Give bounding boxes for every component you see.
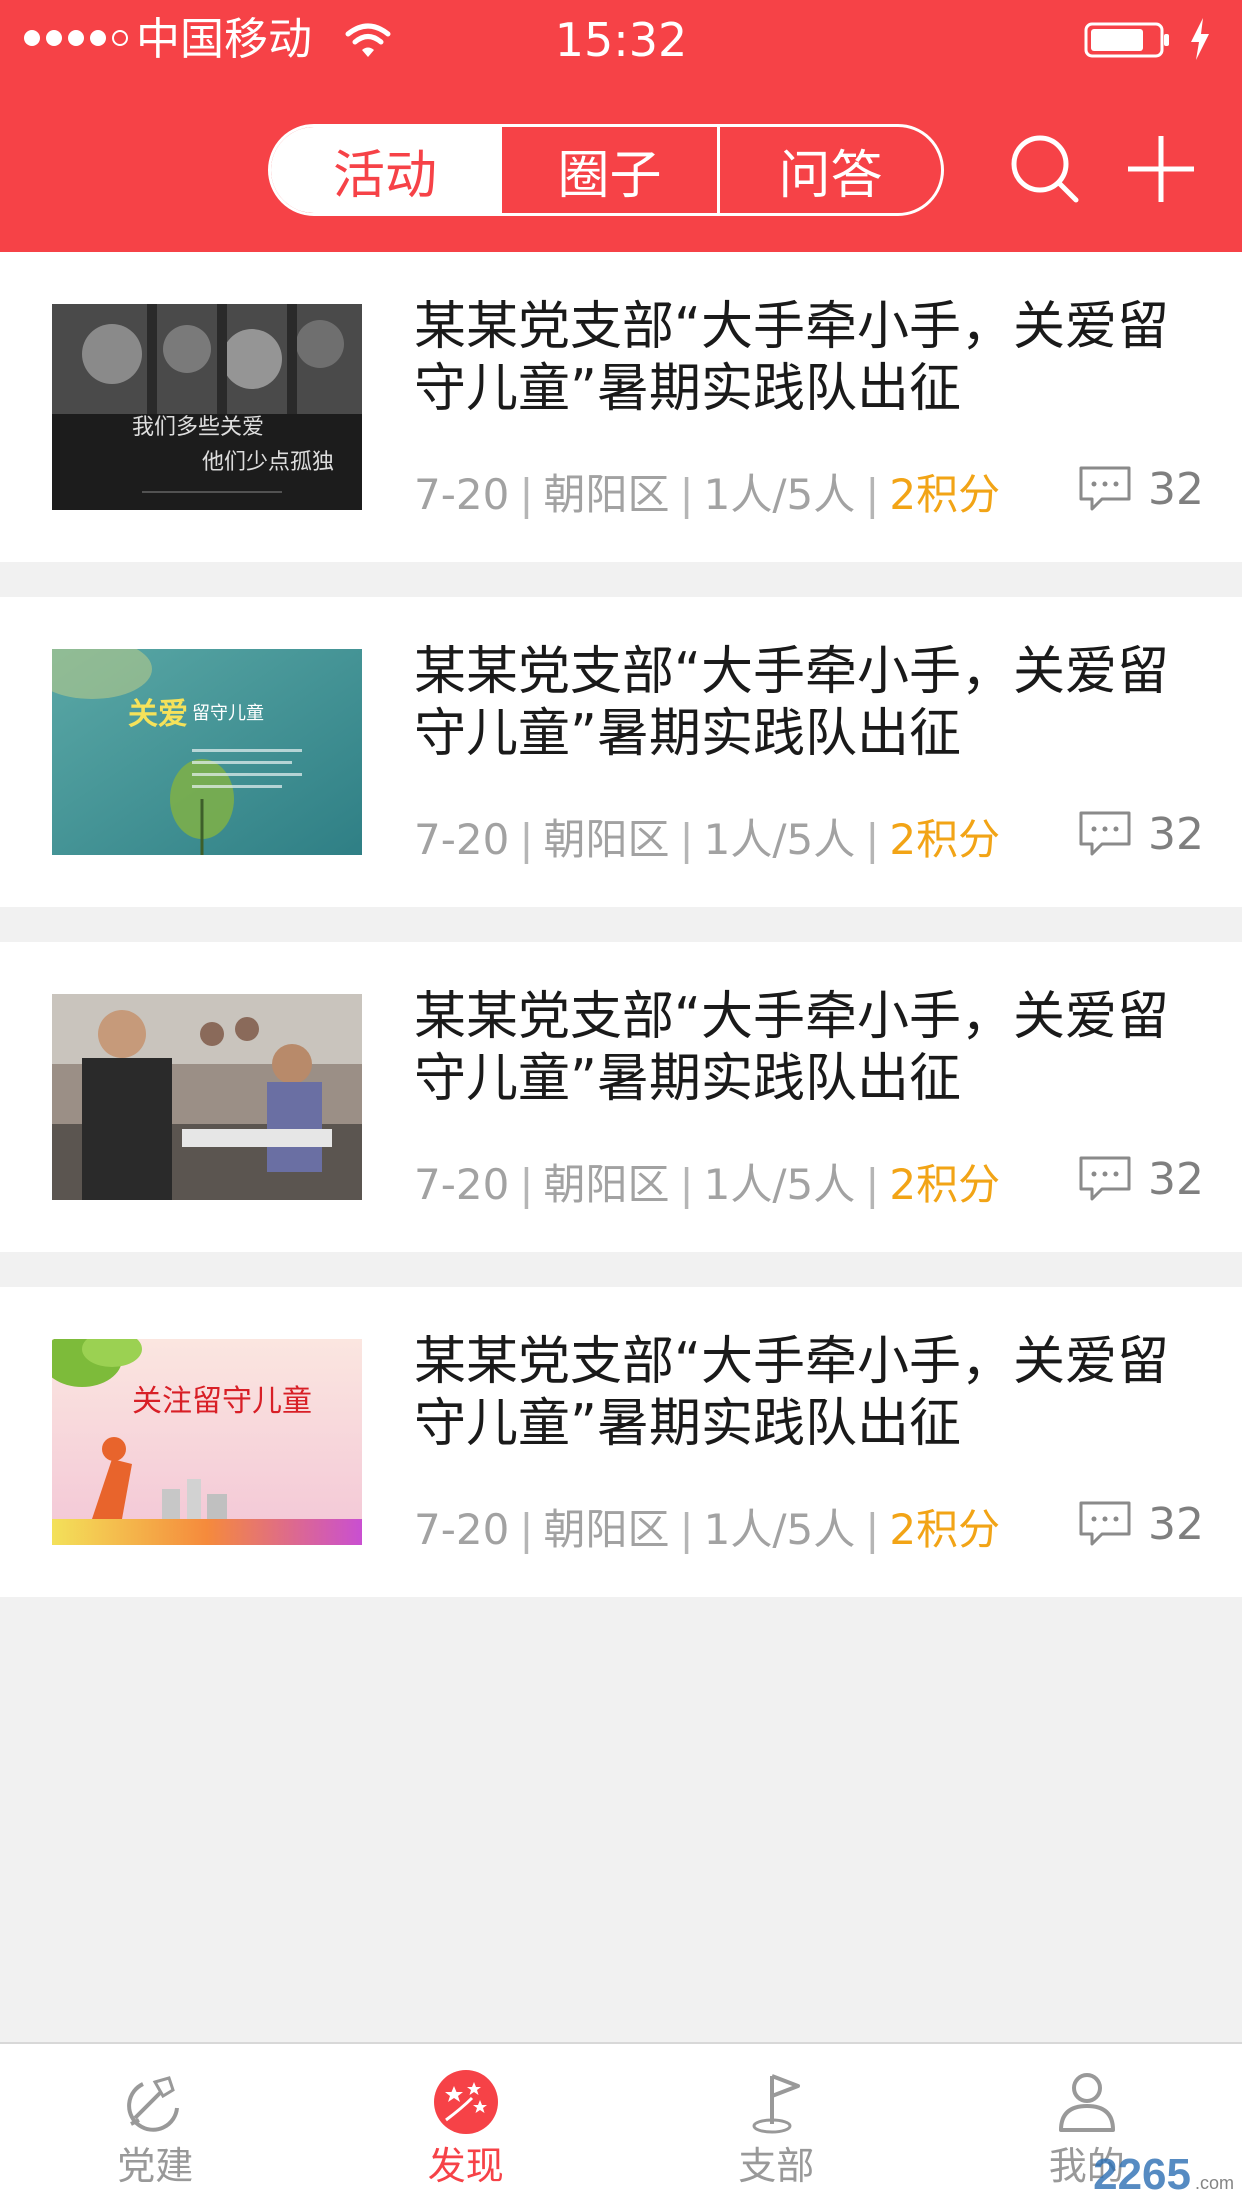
comment-count: 32 — [1148, 808, 1204, 860]
activity-thumbnail: 关注留守儿童 — [52, 1339, 362, 1545]
activity-participants: 1人/5人 — [703, 1505, 856, 1554]
activity-date: 7-20 — [414, 1505, 510, 1554]
watermark-text: 2265 — [1093, 2150, 1191, 2199]
activity-district: 朝阳区 — [543, 1160, 670, 1209]
thumbnail-caption-2: 他们少点孤独 — [202, 450, 334, 475]
activity-title: 某某党支部“大手牵小手，关爱留守儿童”暑期实践队出征 — [414, 297, 1169, 419]
discover-stars-icon — [433, 2070, 498, 2134]
comment-icon — [1079, 811, 1131, 856]
comment-count: 32 — [1148, 1153, 1204, 1205]
comment-count-button[interactable]: 32 — [1078, 803, 1204, 865]
activity-date: 7-20 — [414, 470, 510, 519]
activity-meta: 7-20 | 朝阳区 | 1人/5人 | 2积分 — [414, 470, 1001, 519]
comment-icon — [1079, 1156, 1131, 1201]
thumbnail-caption-2: 留守儿童 — [192, 703, 264, 724]
comment-count-button[interactable]: 32 — [1078, 1148, 1204, 1210]
activity-participants: 1人/5人 — [703, 470, 856, 519]
list-item[interactable]: 我们多些关爱 他们少点孤独 某某党支部“大手牵小手，关爱留守儿童”暑期实践队出征… — [0, 252, 1242, 562]
status-bar: 中国移动 15:32 — [0, 0, 1242, 84]
tab-branch[interactable]: 支部 — [621, 2044, 932, 2208]
search-icon[interactable] — [1006, 130, 1086, 210]
charging-bolt-icon — [1191, 18, 1209, 60]
activity-district: 朝阳区 — [543, 1505, 670, 1554]
comment-count: 32 — [1148, 1498, 1204, 1550]
activity-district: 朝阳区 — [543, 470, 670, 519]
activity-thumbnail: 关爱 留守儿童 — [52, 649, 362, 855]
activity-list: 我们多些关爱 他们少点孤独 某某党支部“大手牵小手，关爱留守儿童”暑期实践队出征… — [0, 252, 1242, 1632]
site-watermark: 2265 .com — [1093, 2150, 1234, 2200]
activity-title: 某某党支部“大手牵小手，关爱留守儿童”暑期实践队出征 — [414, 642, 1169, 764]
tab-label: 支部 — [738, 2144, 815, 2188]
tab-circle[interactable]: 圈子 — [499, 127, 717, 213]
watermark-suffix: .com — [1194, 2173, 1234, 2193]
activity-title: 某某党支部“大手牵小手，关爱留守儿童”暑期实践队出征 — [414, 1332, 1169, 1454]
activity-points: 2积分 — [889, 1160, 1001, 1209]
plus-icon[interactable] — [1124, 132, 1198, 206]
comment-icon — [1079, 1501, 1131, 1546]
activity-meta: 7-20 | 朝阳区 | 1人/5人 | 2积分 — [414, 1505, 1001, 1554]
activity-title: 某某党支部“大手牵小手，关爱留守儿童”暑期实践队出征 — [414, 987, 1169, 1109]
thumbnail-caption-1: 关注留守儿童 — [132, 1384, 312, 1419]
activity-date: 7-20 — [414, 1160, 510, 1209]
thumbnail-caption-1: 我们多些关爱 — [132, 415, 264, 440]
activity-thumbnail: 我们多些关爱 他们少点孤独 — [52, 304, 362, 510]
tab-party-building[interactable]: 党建 — [0, 2044, 311, 2208]
activity-participants: 1人/5人 — [703, 815, 856, 864]
activity-points: 2积分 — [889, 1505, 1001, 1554]
activity-points: 2积分 — [889, 470, 1001, 519]
segmented-control: 活动 圈子 问答 — [268, 124, 944, 216]
comment-count-button[interactable]: 32 — [1078, 1493, 1204, 1555]
list-item[interactable]: 关爱 留守儿童 某某党支部“大手牵小手，关爱留守儿童”暑期实践队出征 7-20 |… — [0, 597, 1242, 907]
tab-qa[interactable]: 问答 — [717, 127, 941, 213]
bottom-tab-bar: 党建 发现 支部 我的 — [0, 2042, 1242, 2208]
person-icon — [1058, 2073, 1115, 2132]
comment-icon — [1079, 466, 1131, 511]
thumbnail-caption-1: 关爱 — [128, 697, 188, 732]
flag-icon — [752, 2074, 801, 2134]
activity-date: 7-20 — [414, 815, 510, 864]
nav-bar: 活动 圈子 问答 — [0, 84, 1242, 252]
tab-label: 党建 — [117, 2144, 194, 2188]
list-item[interactable]: 关注留守儿童 某某党支部“大手牵小手，关爱留守儿童”暑期实践队出征 7-20 | 朝… — [0, 1287, 1242, 1597]
activity-district: 朝阳区 — [543, 815, 670, 864]
tab-label: 发现 — [427, 2144, 504, 2188]
comment-count: 32 — [1148, 463, 1204, 515]
tab-discover[interactable]: 发现 — [311, 2044, 622, 2208]
battery-icon — [1084, 22, 1169, 58]
tab-activity[interactable]: 活动 — [271, 127, 499, 213]
activity-participants: 1人/5人 — [703, 1160, 856, 1209]
status-time: 15:32 — [554, 13, 688, 67]
activity-meta: 7-20 | 朝阳区 | 1人/5人 | 2积分 — [414, 1160, 1001, 1209]
activity-points: 2积分 — [889, 815, 1001, 864]
activity-thumbnail — [52, 994, 362, 1200]
comment-count-button[interactable]: 32 — [1078, 458, 1204, 520]
party-emblem-icon — [127, 2076, 180, 2132]
activity-meta: 7-20 | 朝阳区 | 1人/5人 | 2积分 — [414, 815, 1001, 864]
list-item[interactable]: 某某党支部“大手牵小手，关爱留守儿童”暑期实践队出征 7-20 | 朝阳区 | 1人/5… — [0, 942, 1242, 1252]
